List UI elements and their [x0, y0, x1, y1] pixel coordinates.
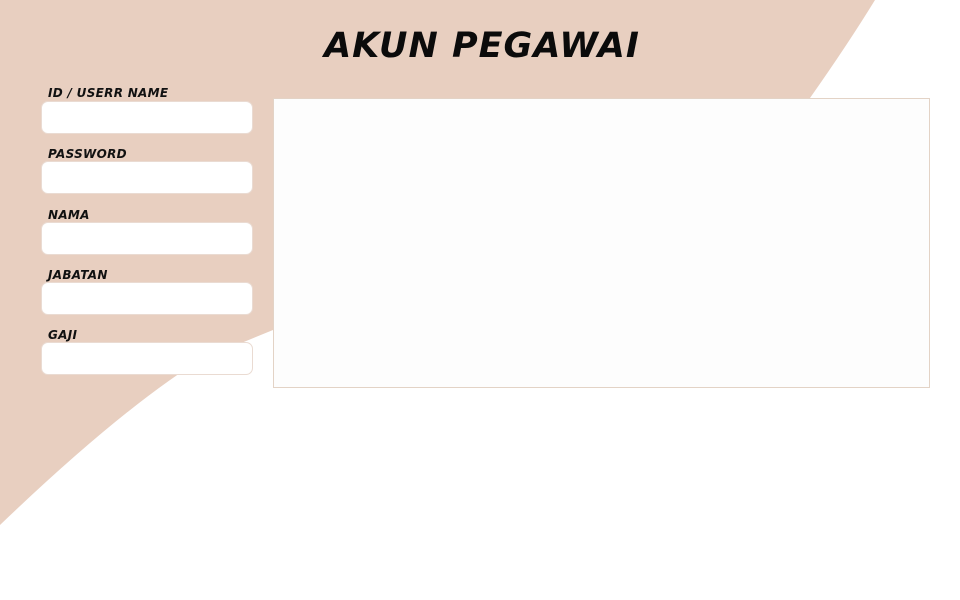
- position-label: JABATAN: [48, 268, 108, 282]
- page-title: AKUN PEGAWAI: [324, 26, 640, 66]
- position-input[interactable]: [41, 282, 253, 315]
- username-input[interactable]: [41, 101, 253, 134]
- password-label: PASSWORD: [48, 147, 127, 161]
- password-input[interactable]: [41, 161, 253, 194]
- salary-label: GAJI: [48, 328, 78, 342]
- employee-table-panel[interactable]: [273, 98, 930, 388]
- username-label: ID / USERR NAME: [48, 86, 169, 100]
- name-input[interactable]: [41, 222, 253, 255]
- salary-input[interactable]: [41, 342, 253, 375]
- name-label: NAMA: [48, 208, 90, 222]
